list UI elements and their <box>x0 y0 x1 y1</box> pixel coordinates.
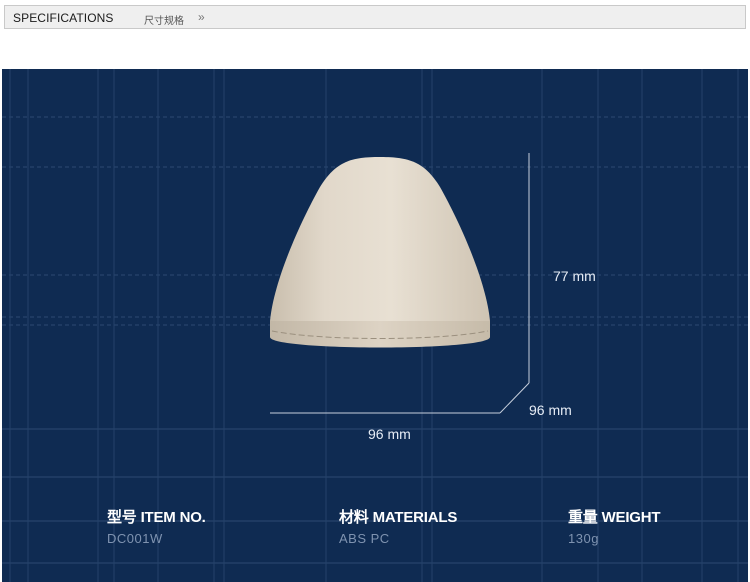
double-chevron-right-icon: » <box>198 10 205 24</box>
specifications-header-bar: SPECIFICATIONS 尺寸规格 » <box>4 5 746 29</box>
materials-title: 材料 MATERIALS <box>339 509 458 526</box>
materials-value: ABS PC <box>339 531 390 546</box>
item-number-value: DC001W <box>107 531 163 546</box>
weight-value: 130g <box>568 531 599 546</box>
width-dimension-label: 96 mm <box>368 426 411 442</box>
item-number-title: 型号 ITEM NO. <box>107 509 206 526</box>
materials-block: 材料 MATERIALS ABS PC <box>339 506 457 546</box>
product-base <box>270 321 490 348</box>
depth-dimension-label: 96 mm <box>529 402 572 418</box>
item-number-block: 型号 ITEM NO. DC001W <box>107 506 206 546</box>
specification-panel: 77 mm 96 mm 96 mm 型号 ITEM NO. DC001W 材料 … <box>2 69 748 582</box>
height-dimension-label: 77 mm <box>553 268 596 284</box>
section-subtitle: 尺寸规格 <box>144 16 184 27</box>
section-title: SPECIFICATIONS <box>13 11 114 25</box>
product-dome <box>270 157 490 321</box>
weight-block: 重量 WEIGHT 130g <box>568 506 661 546</box>
weight-title: 重量 WEIGHT <box>568 509 661 526</box>
